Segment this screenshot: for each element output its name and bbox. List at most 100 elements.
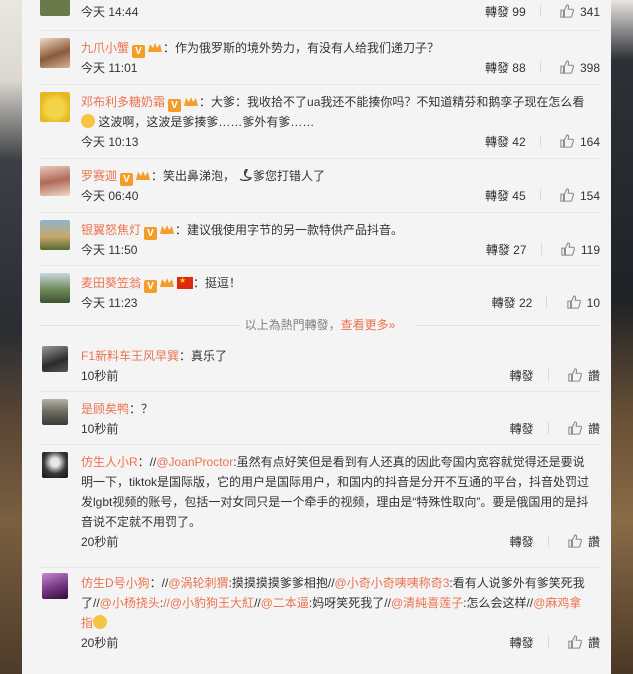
comment-time: 10秒前	[81, 369, 119, 383]
avatar[interactable]	[40, 0, 70, 16]
comment-text: ：真乐了	[179, 349, 228, 363]
background-left	[0, 0, 22, 674]
repost-button[interactable]: 轉發	[510, 532, 534, 552]
comment-text: ：//	[149, 576, 169, 590]
like-count: 10	[586, 296, 600, 310]
background-right	[611, 0, 633, 674]
repost-button[interactable]: 轉發 88	[485, 58, 526, 78]
like-button[interactable]: 讚	[568, 366, 600, 386]
username-link[interactable]: 麦田葵笠翁	[81, 276, 141, 290]
like-label: 讚	[587, 636, 600, 650]
username-link[interactable]: 是顾矣鸭	[81, 402, 129, 416]
thumbs-up-icon	[568, 534, 582, 548]
hot-reposts-label: 以上為熱門轉發，	[244, 318, 341, 332]
comment-time: 20秒前	[81, 535, 119, 549]
like-button[interactable]: 119	[561, 240, 600, 260]
username-link[interactable]: 仿生人小R	[81, 455, 138, 469]
mention-link[interactable]: @麻鸡拿	[533, 596, 581, 610]
thumbs-up-icon	[560, 4, 574, 18]
comment-time: 今天 14:44	[81, 5, 139, 19]
mention-link[interactable]: @小杨挠头	[100, 596, 160, 610]
vip-badge: V	[168, 99, 182, 112]
mention-link[interactable]: @清純喜莲子	[391, 596, 463, 610]
avatar[interactable]	[40, 92, 70, 122]
like-count: 398	[579, 61, 600, 75]
like-button[interactable]: 154	[560, 186, 600, 206]
avatar[interactable]	[40, 166, 70, 196]
like-label: 讚	[587, 369, 600, 383]
thumbs-up-icon	[561, 242, 575, 256]
thumbs-up-icon	[560, 134, 574, 148]
repost-button[interactable]: 轉發	[510, 366, 534, 386]
crown-icon	[136, 171, 151, 180]
comment-text: ：作为俄罗斯的境外势力，有没有人给我们递刀子？	[163, 41, 440, 55]
repost-button[interactable]: 轉發 99	[485, 2, 526, 22]
comment-text: 发lgbt视频的账号，包括一对女同只是一个牵手的视频，理由是“特殊性取向”。要是…	[81, 495, 589, 509]
comment-time: 今天 11:50	[81, 243, 138, 257]
mention-link[interactable]: @JoanProctor	[156, 455, 233, 469]
avatar[interactable]	[40, 38, 70, 68]
comment-text: ：建议俄使用字节的另一款特供产品抖音。	[175, 223, 404, 237]
like-button[interactable]: 10	[566, 293, 600, 313]
repost-button[interactable]: 轉發 27	[486, 240, 527, 260]
like-button[interactable]: 讚	[568, 633, 600, 653]
like-count: 154	[579, 189, 600, 203]
comment-time: 今天 06:40	[81, 189, 139, 203]
comment-text: ：大爹：我收拾不了ua我还不能揍你吗？不知道精芬和鹅孪子现在怎么看	[199, 95, 585, 109]
like-count: 119	[580, 243, 600, 257]
mention-link[interactable]: //@小豹狗王大紅	[163, 596, 254, 610]
crown-icon	[148, 43, 163, 52]
view-more-link[interactable]: 查看更多»	[341, 318, 396, 332]
mention-link[interactable]: 指	[81, 616, 93, 630]
repost-button[interactable]: 轉發 45	[485, 186, 526, 206]
like-button[interactable]: 讚	[568, 419, 600, 439]
mention-link[interactable]: @小奇小奇咦咦称奇3	[335, 576, 450, 590]
mention-link[interactable]: @二本逼	[261, 596, 309, 610]
comment-text: //	[254, 596, 261, 610]
thumbs-up-icon	[568, 635, 582, 649]
avatar[interactable]	[40, 273, 70, 303]
comment-text-continued: 这波啊，这波是爹揍爹……爹外有爹……	[98, 115, 315, 129]
comment-text-tail: 爹您打错人了	[253, 169, 326, 183]
repost-button[interactable]: 轉發	[510, 633, 534, 653]
like-button[interactable]: 164	[560, 132, 600, 152]
username-link[interactable]: 邓布利多糖奶霜	[81, 95, 165, 109]
comment-text: ：挺逗！	[193, 276, 242, 290]
like-button[interactable]: 398	[560, 58, 600, 78]
avatar[interactable]	[42, 399, 68, 425]
repost-button[interactable]: 轉發 22	[492, 293, 533, 313]
thumbs-up-icon	[560, 60, 574, 74]
avatar[interactable]	[42, 452, 68, 478]
comment-text: 了//	[81, 596, 100, 610]
username-link[interactable]: 九爪小蟹	[81, 41, 129, 55]
comment-text: 音说不定就不用罚了。	[81, 515, 202, 529]
thumbs-up-icon	[568, 368, 582, 382]
username-link[interactable]: 罗赛迦	[81, 169, 117, 183]
avatar[interactable]	[40, 220, 70, 250]
like-count: 164	[579, 135, 600, 149]
comment-time: 今天 11:01	[81, 61, 138, 75]
comment-text: :怎么会这样//	[463, 596, 534, 610]
swan-icon	[239, 169, 253, 181]
avatar[interactable]	[42, 573, 68, 599]
comment-text: :虽然有点好笑但是看到有人还真的因此夸国内宽容就觉得还是要说	[233, 455, 585, 469]
comment-text: :看有人说爹外有爹笑死我	[449, 576, 585, 590]
username-link[interactable]: 仿生D号小狗	[81, 576, 150, 590]
comment-text: :摸摸摸摸爹爹相抱//	[228, 576, 335, 590]
repost-button[interactable]: 轉發	[510, 419, 534, 439]
like-button[interactable]: 讚	[568, 532, 600, 552]
china-flag-icon	[177, 276, 194, 289]
comment-time: 今天 11:23	[81, 296, 138, 310]
username-link[interactable]: 银翼怒焦灯	[81, 223, 141, 237]
crown-icon	[160, 225, 175, 234]
doge-emoji-icon	[81, 114, 95, 128]
crown-icon	[160, 278, 175, 287]
vip-badge: V	[132, 45, 146, 58]
like-button[interactable]: 341	[560, 2, 600, 22]
avatar[interactable]	[42, 346, 68, 372]
username-link[interactable]: F1新料车王风早巽	[81, 349, 179, 363]
mention-link[interactable]: @涡轮刺猬	[168, 576, 228, 590]
thumbs-up-icon	[566, 295, 581, 309]
repost-button[interactable]: 轉發 42	[485, 132, 526, 152]
like-label: 讚	[587, 422, 600, 436]
